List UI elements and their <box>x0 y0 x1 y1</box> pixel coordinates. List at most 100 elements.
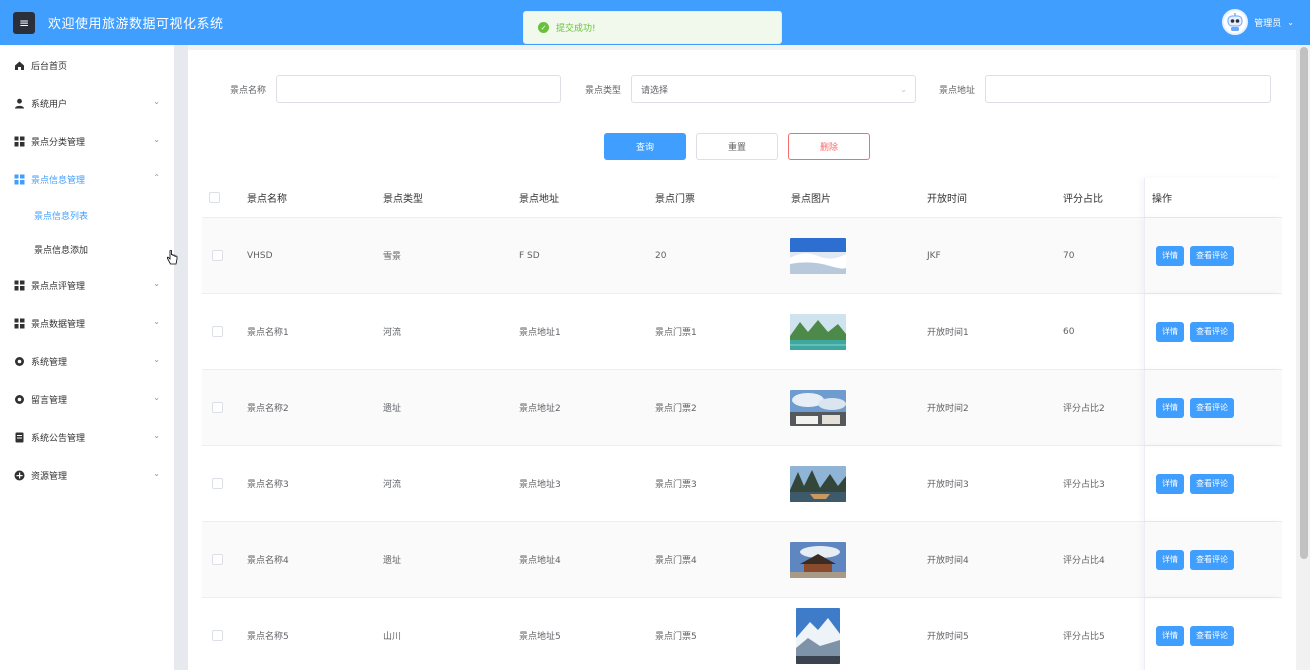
cell-image <box>790 522 846 597</box>
cell-actions: 详情 查看评论 <box>1144 522 1282 597</box>
cell-score: 评分占比2 <box>1063 404 1105 414</box>
table-row: 景点名称5 山川 景点地址5 景点门票5 开放时间5 评分占比5 详情 查看评论 <box>202 598 1282 670</box>
sidebar-item-users[interactable]: 系统用户 ⌄ <box>0 84 174 122</box>
hand-pointer-icon <box>166 249 178 266</box>
grid-icon <box>14 174 25 185</box>
table-row: VHSD 雪景 F SD 20 JKF 70 详情 查看评论 <box>202 218 1282 294</box>
view-reviews-button[interactable]: 查看评论 <box>1190 397 1234 418</box>
sidebar-item-data[interactable]: 景点数据管理 ⌄ <box>0 304 174 342</box>
chevron-down-icon: ⌄ <box>153 97 160 106</box>
cell-score: 评分占比5 <box>1063 632 1105 642</box>
chevron-down-icon: ⌄ <box>153 355 160 364</box>
sidebar-item-label: 后台首页 <box>31 61 68 72</box>
sidebar-item-home[interactable]: 后台首页 <box>0 46 174 84</box>
user-name: 管理员 <box>1254 18 1282 29</box>
type-select[interactable]: 请选择 ⌄ <box>631 75 916 103</box>
type-select-value: 请选择 <box>641 85 669 96</box>
row-checkbox[interactable] <box>212 370 223 445</box>
chevron-down-icon: ⌄ <box>153 469 160 478</box>
detail-button[interactable]: 详情 <box>1156 397 1184 418</box>
detail-button[interactable]: 详情 <box>1156 473 1184 494</box>
page-scrollbar[interactable] <box>1298 45 1310 670</box>
cell-open-time: 开放时间1 <box>927 328 969 338</box>
cell-image <box>790 370 846 445</box>
address-input[interactable] <box>985 75 1271 103</box>
cell-ticket: 景点门票3 <box>655 480 697 490</box>
cell-actions: 详情 查看评论 <box>1144 218 1282 293</box>
cell-type: 遗址 <box>383 556 402 566</box>
cell-score: 评分占比4 <box>1063 556 1105 566</box>
view-reviews-button[interactable]: 查看评论 <box>1190 625 1234 646</box>
sidebar-item-reviews[interactable]: 景点点评管理 ⌄ <box>0 266 174 304</box>
sidebar-item-label: 系统用户 <box>31 99 68 110</box>
address-label: 景点地址 <box>939 86 976 96</box>
chevron-down-icon: ⌄ <box>900 85 907 94</box>
chevron-down-icon: ⌄ <box>153 317 160 326</box>
detail-button[interactable]: 详情 <box>1156 321 1184 342</box>
toast-message: 提交成功! <box>556 24 596 34</box>
sidebar-item-category[interactable]: 景点分类管理 ⌄ <box>0 122 174 160</box>
sidebar: 后台首页 系统用户 ⌄ 景点分类管理 ⌄ 景点信息管理 ⌃ 景点信息列表 景点信… <box>0 45 174 670</box>
view-reviews-button[interactable]: 查看评论 <box>1190 549 1234 570</box>
row-checkbox[interactable] <box>212 294 223 369</box>
robot-avatar-icon <box>1222 9 1249 35</box>
view-reviews-button[interactable]: 查看评论 <box>1190 245 1234 266</box>
sidebar-item-notices[interactable]: 系统公告管理 ⌄ <box>0 418 174 456</box>
sidebar-item-system[interactable]: 系统管理 ⌄ <box>0 342 174 380</box>
cell-type: 河流 <box>383 328 402 338</box>
river-karst-image <box>790 313 846 350</box>
col-header-address: 景点地址 <box>519 194 559 205</box>
row-checkbox[interactable] <box>212 446 223 521</box>
select-all-checkbox[interactable] <box>209 178 220 217</box>
col-header-open-time: 开放时间 <box>927 194 967 205</box>
cell-actions: 详情 查看评论 <box>1144 370 1282 445</box>
row-checkbox[interactable] <box>212 218 223 293</box>
sidebar-item-messages[interactable]: 留言管理 ⌄ <box>0 380 174 418</box>
grid-icon <box>14 280 25 291</box>
cell-type: 山川 <box>383 632 402 642</box>
home-icon <box>14 60 25 71</box>
scrollbar-thumb[interactable] <box>1300 47 1308 559</box>
snow-peak-image <box>796 607 840 664</box>
name-input[interactable] <box>276 75 561 103</box>
detail-button[interactable]: 详情 <box>1156 549 1184 570</box>
snow-mountain-image <box>790 237 846 274</box>
sidebar-item-resources[interactable]: 资源管理 ⌄ <box>0 456 174 494</box>
sidebar-gutter <box>174 45 188 670</box>
cell-name: 景点名称4 <box>247 556 289 566</box>
main-panel: 景点名称 景点类型 请选择 ⌄ 景点地址 查询 重置 删除 景点名称 景点类型 … <box>188 50 1296 670</box>
gear-icon <box>14 394 25 405</box>
grid-icon <box>14 318 25 329</box>
sidebar-item-label: 景点点评管理 <box>31 281 86 292</box>
sidebar-subitem-add[interactable]: 景点信息添加 <box>0 232 174 266</box>
hamburger-icon[interactable]: ≡ <box>13 11 35 34</box>
view-reviews-button[interactable]: 查看评论 <box>1190 473 1234 494</box>
row-checkbox[interactable] <box>212 522 223 597</box>
check-circle-icon: ✓ <box>538 22 549 33</box>
sidebar-item-label: 景点分类管理 <box>31 137 86 148</box>
row-checkbox[interactable] <box>212 598 223 670</box>
view-reviews-button[interactable]: 查看评论 <box>1190 321 1234 342</box>
user-menu[interactable]: 管理员 ⌄ <box>1222 9 1294 35</box>
cell-name: 景点名称5 <box>247 632 289 642</box>
detail-button[interactable]: 详情 <box>1156 625 1184 646</box>
chevron-down-icon: ⌄ <box>153 279 160 288</box>
chevron-up-icon: ⌃ <box>153 173 160 182</box>
detail-button[interactable]: 详情 <box>1156 245 1184 266</box>
delete-button[interactable]: 删除 <box>788 133 870 160</box>
query-button[interactable]: 查询 <box>604 133 686 160</box>
chevron-down-icon: ⌄ <box>153 393 160 402</box>
sidebar-subitem-list[interactable]: 景点信息列表 <box>0 198 174 232</box>
reset-button[interactable]: 重置 <box>696 133 778 160</box>
cell-ticket: 20 <box>655 250 667 261</box>
cell-address: F SD <box>519 250 540 261</box>
document-icon <box>14 432 25 443</box>
cell-type: 河流 <box>383 480 402 490</box>
cell-address: 景点地址5 <box>519 632 561 642</box>
chevron-down-icon: ⌄ <box>1287 17 1294 27</box>
cell-name: 景点名称3 <box>247 480 289 490</box>
sidebar-item-attraction-info[interactable]: 景点信息管理 ⌃ <box>0 160 174 198</box>
chevron-down-icon: ⌄ <box>153 431 160 440</box>
sidebar-item-label: 景点信息管理 <box>31 175 86 186</box>
cell-address: 景点地址4 <box>519 556 561 566</box>
